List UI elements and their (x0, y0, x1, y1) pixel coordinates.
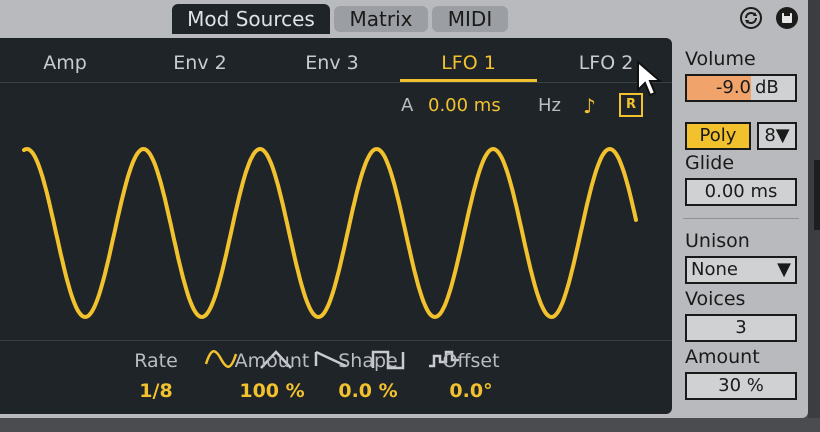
subtab-lfo1[interactable]: LFO 1 (400, 48, 537, 78)
unison-amount-value[interactable]: 30 % (685, 372, 797, 400)
amount-value[interactable]: 100 % (226, 380, 318, 402)
tab-mod-sources[interactable]: Mod Sources (172, 4, 330, 34)
shape-value[interactable]: 0.0 % (328, 380, 408, 402)
subtab-env2[interactable]: Env 2 (150, 48, 250, 78)
unison-select-value: None (691, 259, 738, 280)
voices-select[interactable]: 8▼ (757, 122, 797, 150)
bottom-strip (0, 418, 820, 432)
voices-label: Voices (685, 288, 746, 310)
tabs-divider (0, 82, 672, 83)
volume-label: Volume (685, 48, 756, 70)
mouse-cursor-icon (637, 60, 663, 97)
volume-unit: dB (755, 77, 779, 98)
hz-toggle[interactable]: Hz (538, 95, 561, 116)
volume-field[interactable]: -9.0 dB (685, 74, 797, 102)
glide-label: Glide (685, 152, 735, 174)
subtab-amp[interactable]: Amp (20, 48, 110, 78)
offset-label: Offset (442, 350, 500, 372)
volume-value: -9.0 (687, 76, 751, 100)
save-icon[interactable] (776, 7, 798, 29)
voices-value[interactable]: 3 (685, 314, 797, 342)
poly-toggle[interactable]: Poly (685, 122, 751, 150)
amount-label: Amount (234, 350, 310, 372)
unison-label: Unison (685, 230, 750, 252)
right-strip (808, 0, 820, 418)
tab-midi[interactable]: MIDI (432, 6, 508, 32)
subtab-env3[interactable]: Env 3 (282, 48, 382, 78)
params-divider (0, 340, 672, 341)
attack-label: A (401, 95, 414, 116)
scroll-notch[interactable] (814, 160, 820, 230)
rate-value[interactable]: 1/8 (118, 380, 194, 402)
dropdown-arrow-icon: ▼ (775, 125, 790, 146)
tab-matrix[interactable]: Matrix (334, 6, 428, 32)
lfo-waveform (22, 146, 638, 320)
dropdown-arrow-icon: ▼ (777, 259, 791, 280)
attack-value[interactable]: 0.00 ms (428, 95, 501, 116)
mod-sources-panel: Amp Env 2 Env 3 LFO 1 LFO 2 A 0.00 ms Hz… (0, 38, 672, 414)
cycle-icon[interactable] (740, 7, 762, 29)
unison-amount-label: Amount (685, 346, 760, 368)
voices-select-value: 8 (764, 125, 776, 146)
note-icon[interactable]: ♪ (583, 94, 596, 118)
unison-select[interactable]: None ▼ (685, 256, 797, 284)
glide-value[interactable]: 0.00 ms (685, 178, 797, 206)
side-divider (683, 218, 799, 219)
rate-label: Rate (134, 350, 178, 372)
lfo-wave-path (22, 146, 638, 320)
shape-label: Shape (338, 350, 398, 372)
cycle-icon-glyph (745, 12, 757, 24)
save-icon-glyph (782, 13, 792, 23)
offset-value[interactable]: 0.0° (428, 380, 514, 402)
